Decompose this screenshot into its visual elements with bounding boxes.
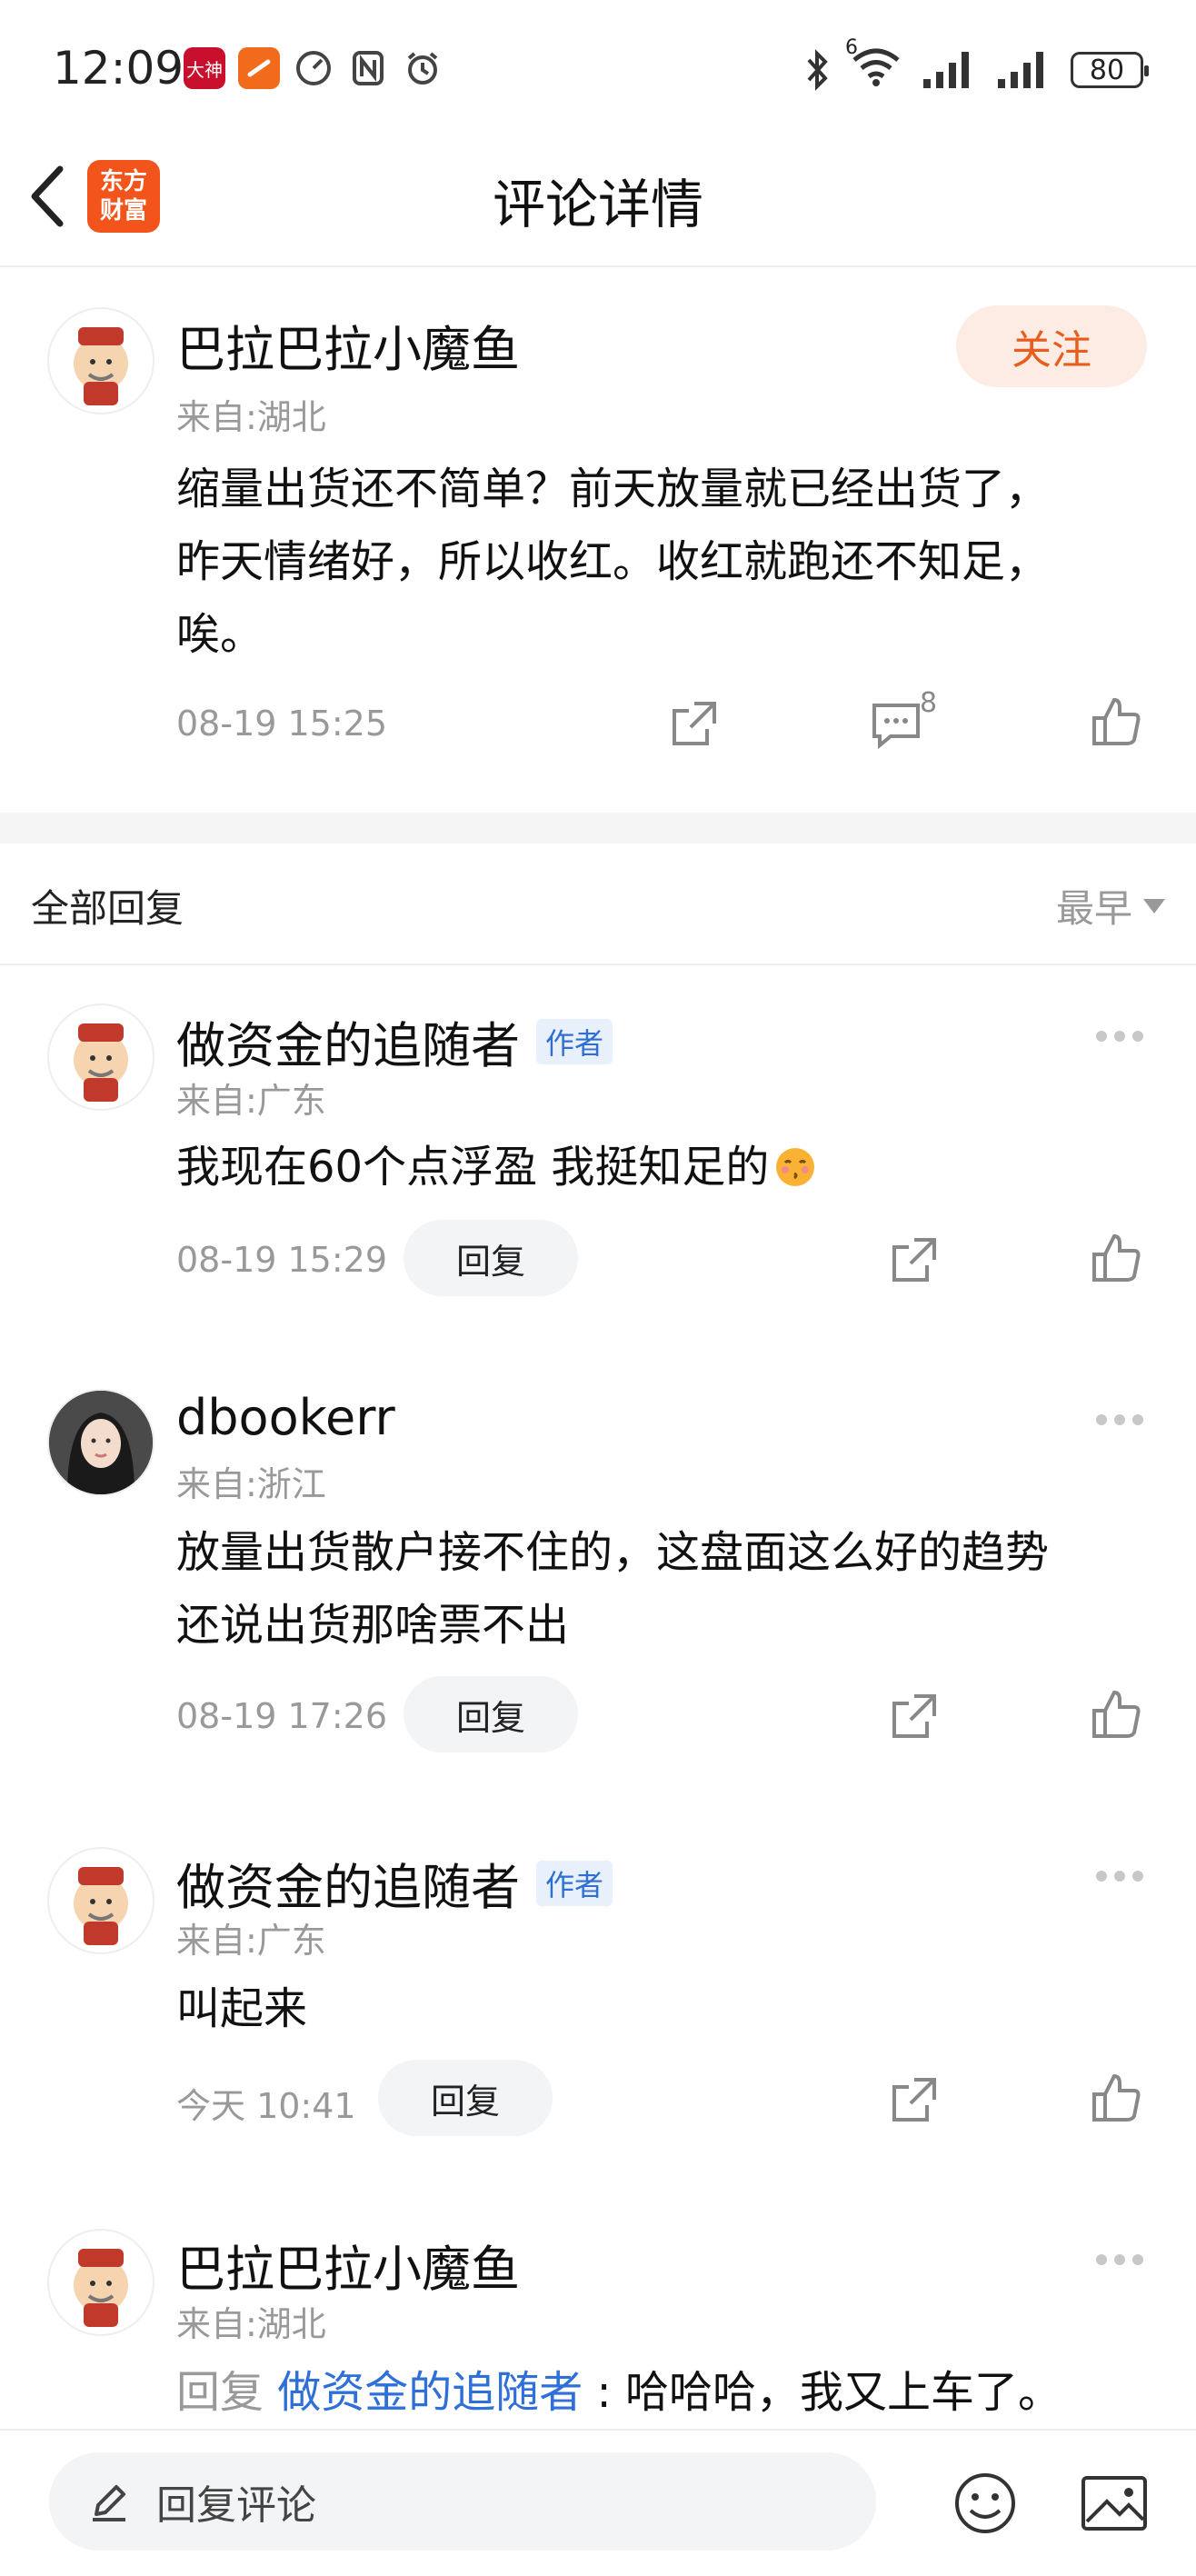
reply-text: 我现在60个点浮盈 我挺知足的 bbox=[176, 1131, 816, 1203]
author-tag: 作者 bbox=[536, 1018, 613, 1064]
reply-button[interactable]: 回复 bbox=[404, 1220, 578, 1296]
sort-label: 最早 bbox=[1055, 886, 1132, 931]
section-gap bbox=[0, 813, 1196, 844]
more-icon[interactable] bbox=[1096, 1871, 1143, 1882]
pencil-icon bbox=[93, 2485, 125, 2521]
like-icon[interactable] bbox=[1089, 1231, 1143, 1285]
reply-time: 08-19 15:29 bbox=[176, 1240, 388, 1280]
reply-comment-input[interactable]: 回复评论 bbox=[49, 2452, 876, 2551]
reply-text: 放量出货散户接不住的，这盘面这么好的趋势 还说出货那啥票不出 bbox=[176, 1527, 1050, 1651]
reply-time: 08-19 17:26 bbox=[176, 1696, 388, 1736]
reply-time: 今天 10:41 bbox=[176, 2086, 356, 2126]
share-icon[interactable] bbox=[887, 2072, 942, 2127]
reply-count: 8 bbox=[920, 687, 938, 719]
image-icon[interactable] bbox=[1080, 2471, 1149, 2536]
reply-location: 来自:浙江 bbox=[176, 1464, 326, 1504]
share-icon[interactable] bbox=[667, 696, 722, 751]
alarm-icon bbox=[402, 47, 444, 89]
wifi-icon: 6 bbox=[845, 36, 902, 95]
comment-icon[interactable] bbox=[869, 696, 923, 751]
signal-icon-2 bbox=[998, 52, 1043, 88]
all-replies-title: 全部回复 bbox=[31, 886, 184, 931]
page-title: 评论详情 bbox=[492, 174, 703, 235]
reply-header: 做资金的追随者 作者 bbox=[176, 1847, 613, 1919]
more-icon[interactable] bbox=[1096, 1414, 1143, 1425]
reply-header: 做资金的追随者 作者 bbox=[176, 1005, 613, 1077]
reply-target-link[interactable]: 做资金的追随者 bbox=[277, 2367, 583, 2418]
avatar[interactable] bbox=[47, 1389, 154, 1496]
reply-location: 来自:广东 bbox=[176, 1921, 326, 1961]
status-app-icons: 大神 bbox=[184, 47, 444, 89]
more-icon[interactable] bbox=[1096, 2254, 1143, 2265]
comment-author[interactable]: 巴拉巴拉小魔鱼 bbox=[176, 309, 520, 381]
status-time: 12:09 bbox=[53, 42, 184, 95]
like-icon[interactable] bbox=[1089, 694, 1143, 749]
list-divider bbox=[0, 964, 1196, 965]
reply-text: 回复 做资金的追随者 : 哈哈哈，我又上车了。 bbox=[176, 2367, 1061, 2418]
like-icon[interactable] bbox=[1089, 2071, 1143, 2125]
reply-location: 来自:湖北 bbox=[176, 2304, 326, 2344]
reply-button[interactable]: 回复 bbox=[404, 1676, 578, 1752]
header-divider bbox=[0, 265, 1196, 267]
bluetooth-icon bbox=[807, 49, 828, 91]
comment-text: 缩量出货还不简单？前天放量就已经出货了， 昨天情绪好，所以收红。收红就跑还不知足… bbox=[176, 464, 1050, 660]
status-right-icons: 6 80 bbox=[803, 36, 1149, 95]
comment-time: 08-19 15:25 bbox=[176, 704, 388, 744]
chevron-down-icon bbox=[1143, 898, 1165, 914]
like-icon[interactable] bbox=[1089, 1687, 1143, 1742]
share-icon[interactable] bbox=[887, 1689, 942, 1743]
reply-author[interactable]: 巴拉巴拉小魔鱼 bbox=[176, 2229, 520, 2301]
kiss-emoji-icon bbox=[776, 1148, 815, 1186]
reply-author[interactable]: 做资金的追随者 bbox=[176, 1005, 520, 1077]
speed-icon bbox=[293, 47, 334, 89]
reply-location: 来自:广东 bbox=[176, 1081, 326, 1121]
sort-dropdown[interactable]: 最早 bbox=[1056, 878, 1165, 934]
avatar[interactable] bbox=[47, 1847, 154, 1954]
more-icon[interactable] bbox=[1096, 1031, 1143, 1042]
nfc-icon bbox=[347, 47, 389, 89]
reply-author[interactable]: 做资金的追随者 bbox=[176, 1847, 520, 1919]
dashen-app-icon: 大神 bbox=[184, 47, 225, 89]
author-tag: 作者 bbox=[536, 1860, 613, 1906]
battery-indicator: 80 bbox=[1071, 52, 1149, 88]
reply-author[interactable]: dbookerr bbox=[176, 1389, 395, 1446]
avatar[interactable] bbox=[47, 2229, 154, 2336]
toutiao-app-icon bbox=[238, 47, 280, 89]
avatar[interactable] bbox=[47, 307, 154, 414]
reply-button[interactable]: 回复 bbox=[378, 2060, 553, 2136]
avatar[interactable] bbox=[47, 1003, 154, 1111]
comment-location: 来自:湖北 bbox=[176, 397, 326, 437]
follow-button[interactable]: 关注 bbox=[956, 305, 1147, 387]
emoji-icon[interactable] bbox=[952, 2471, 1018, 2536]
signal-icon bbox=[923, 52, 969, 88]
reply-text: 叫起来 bbox=[176, 1983, 308, 2034]
share-icon[interactable] bbox=[887, 1233, 942, 1287]
